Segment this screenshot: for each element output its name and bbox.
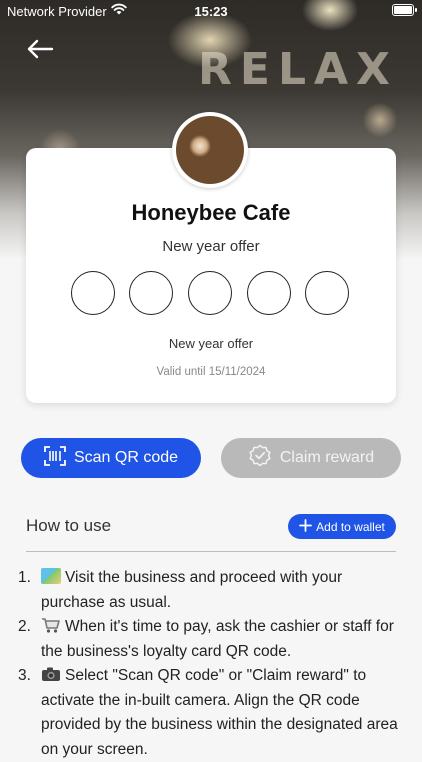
stamp-slot xyxy=(71,271,115,315)
add-to-wallet-label: Add to wallet xyxy=(316,519,385,534)
map-icon xyxy=(41,568,61,584)
clock: 15:23 xyxy=(194,4,228,19)
offer-title: New year offer xyxy=(162,238,260,255)
coffee-photo xyxy=(176,116,244,184)
claim-reward-label: Claim reward xyxy=(279,449,375,466)
battery-icon xyxy=(392,4,417,16)
step-text: Select "Scan QR code" or "Claim reward" … xyxy=(41,667,398,758)
business-name: Honeybee Cafe xyxy=(131,200,291,225)
shopping-cart-icon xyxy=(41,617,61,633)
instruction-step: 1. Visit the business and proceed with y… xyxy=(18,566,398,615)
stamp-slot xyxy=(305,271,349,315)
instruction-list: 1. Visit the business and proceed with y… xyxy=(18,566,398,762)
offer-label: New year offer xyxy=(168,336,254,351)
step-number: 1. xyxy=(18,569,31,586)
add-to-wallet-button[interactable]: Add to wallet xyxy=(288,514,396,539)
valid-until-text: Valid until 15/11/2024 xyxy=(156,366,266,378)
step-text: Visit the business and proceed with your… xyxy=(41,569,343,611)
hero-sign-text: RELAX xyxy=(198,44,398,95)
scan-qr-button[interactable]: Scan QR code xyxy=(21,438,201,478)
scan-qr-label: Scan QR code xyxy=(73,449,179,466)
stamp-slot xyxy=(129,271,173,315)
back-arrow-icon[interactable] xyxy=(24,36,56,62)
stamp-row xyxy=(71,271,351,315)
claim-reward-button[interactable]: Claim reward xyxy=(221,438,401,478)
plus-icon xyxy=(299,518,313,535)
verified-badge-icon xyxy=(248,444,272,473)
instruction-step: 2. When it's time to pay, ask the cashie… xyxy=(18,615,398,664)
qr-scan-icon xyxy=(44,445,66,471)
stamp-slot xyxy=(247,271,291,315)
status-bar: Network Provider 15:23 xyxy=(0,0,422,22)
stamp-slot xyxy=(188,271,232,315)
step-number: 2. xyxy=(18,618,31,635)
camera-icon xyxy=(41,666,61,682)
step-text: When it's time to pay, ask the cashier o… xyxy=(41,618,394,660)
step-number: 3. xyxy=(18,667,31,684)
how-to-use-heading: How to use xyxy=(26,516,112,535)
business-avatar xyxy=(172,112,248,188)
section-divider xyxy=(26,551,396,552)
instruction-step: 3. Select "Scan QR code" or "Claim rewar… xyxy=(18,664,398,762)
